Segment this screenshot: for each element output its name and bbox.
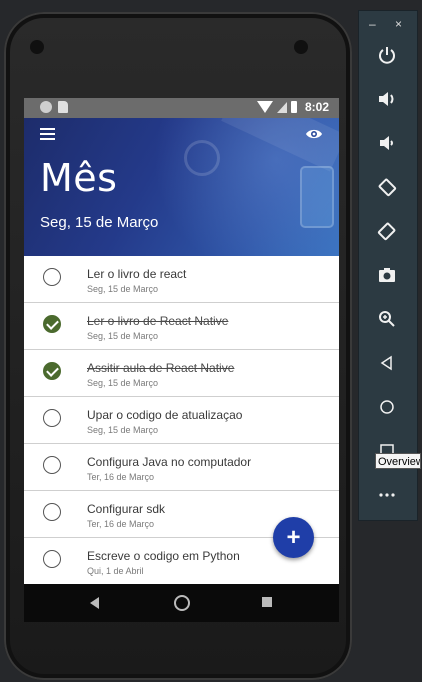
- task-date: Seg, 15 de Março: [87, 331, 159, 341]
- more-icon[interactable]: [375, 483, 399, 507]
- task-item[interactable]: Ler o livro de React Native Seg, 15 de M…: [24, 303, 339, 350]
- eye-icon[interactable]: [305, 128, 323, 140]
- emulator-toolbar: – ×: [358, 10, 418, 521]
- volume-up-icon[interactable]: [375, 87, 399, 111]
- checked-icon[interactable]: [43, 362, 61, 380]
- header-banner: Mês Seg, 15 de Março: [24, 118, 339, 256]
- task-title: Assitir aula de React Native: [87, 361, 235, 375]
- close-button[interactable]: ×: [395, 17, 402, 31]
- signal-icon: [276, 101, 287, 113]
- zoom-icon[interactable]: [375, 307, 399, 331]
- volume-down-icon[interactable]: [375, 131, 399, 155]
- wifi-icon: [256, 101, 273, 113]
- task-date: Ter, 16 de Março: [87, 519, 155, 529]
- back-icon[interactable]: [90, 597, 99, 609]
- power-icon[interactable]: [375, 43, 399, 67]
- checked-icon[interactable]: [43, 315, 61, 333]
- task-item[interactable]: Assitir aula de React Native Seg, 15 de …: [24, 350, 339, 397]
- header-bg-decoration: [221, 118, 339, 172]
- plus-icon: +: [286, 523, 301, 551]
- task-date: Seg, 15 de Março: [87, 284, 159, 294]
- checkbox-icon[interactable]: [43, 503, 61, 521]
- add-task-button[interactable]: +: [273, 517, 314, 558]
- header-bg-phone: [300, 166, 334, 228]
- home-icon[interactable]: [174, 595, 190, 611]
- task-item[interactable]: Ler o livro de react Seg, 15 de Março: [24, 256, 339, 303]
- status-bar: 8:02: [24, 98, 339, 118]
- phone-speaker-right: [294, 40, 308, 54]
- task-title: Ler o livro de react: [87, 267, 187, 281]
- task-date: Qui, 1 de Abril: [87, 566, 144, 576]
- task-title: Escreve o codigo em Python: [87, 549, 240, 563]
- task-date: Seg, 15 de Março: [87, 378, 159, 388]
- minimize-button[interactable]: –: [369, 17, 376, 31]
- checkbox-icon[interactable]: [43, 456, 61, 474]
- task-title: Configurar sdk: [87, 502, 166, 516]
- phone-frame: 8:02 Mês Seg, 15 de Março Ler o livro de…: [4, 12, 352, 680]
- page-date: Seg, 15 de Março: [40, 214, 159, 231]
- menu-icon[interactable]: [40, 128, 55, 140]
- task-title: Ler o livro de React Native: [87, 314, 229, 328]
- header-bg-cup: [184, 140, 220, 176]
- home-icon[interactable]: [375, 395, 399, 419]
- back-icon[interactable]: [375, 351, 399, 375]
- sd-card-icon: [58, 101, 68, 113]
- notification-dot-icon: [40, 101, 52, 113]
- page-title: Mês: [40, 156, 118, 200]
- camera-icon[interactable]: [375, 263, 399, 287]
- task-date: Ter, 16 de Março: [87, 472, 155, 482]
- task-date: Seg, 15 de Março: [87, 425, 159, 435]
- checkbox-icon[interactable]: [43, 409, 61, 427]
- recents-icon[interactable]: [262, 597, 272, 607]
- task-item[interactable]: Upar o codigo de atualizaçao Seg, 15 de …: [24, 397, 339, 444]
- task-item[interactable]: Configura Java no computador Ter, 16 de …: [24, 444, 339, 491]
- rotate-left-icon[interactable]: [375, 175, 399, 199]
- task-title: Upar o codigo de atualizaçao: [87, 408, 243, 422]
- checkbox-icon[interactable]: [43, 268, 61, 286]
- checkbox-icon[interactable]: [43, 550, 61, 568]
- task-title: Configura Java no computador: [87, 455, 252, 469]
- android-nav-bar: [24, 584, 339, 622]
- overview-tooltip: Overview: [375, 453, 421, 469]
- battery-icon: [290, 101, 297, 113]
- phone-speaker-left: [30, 40, 44, 54]
- status-clock: 8:02: [304, 100, 329, 114]
- app-screen: 8:02 Mês Seg, 15 de Março Ler o livro de…: [24, 98, 339, 622]
- rotate-right-icon[interactable]: [375, 219, 399, 243]
